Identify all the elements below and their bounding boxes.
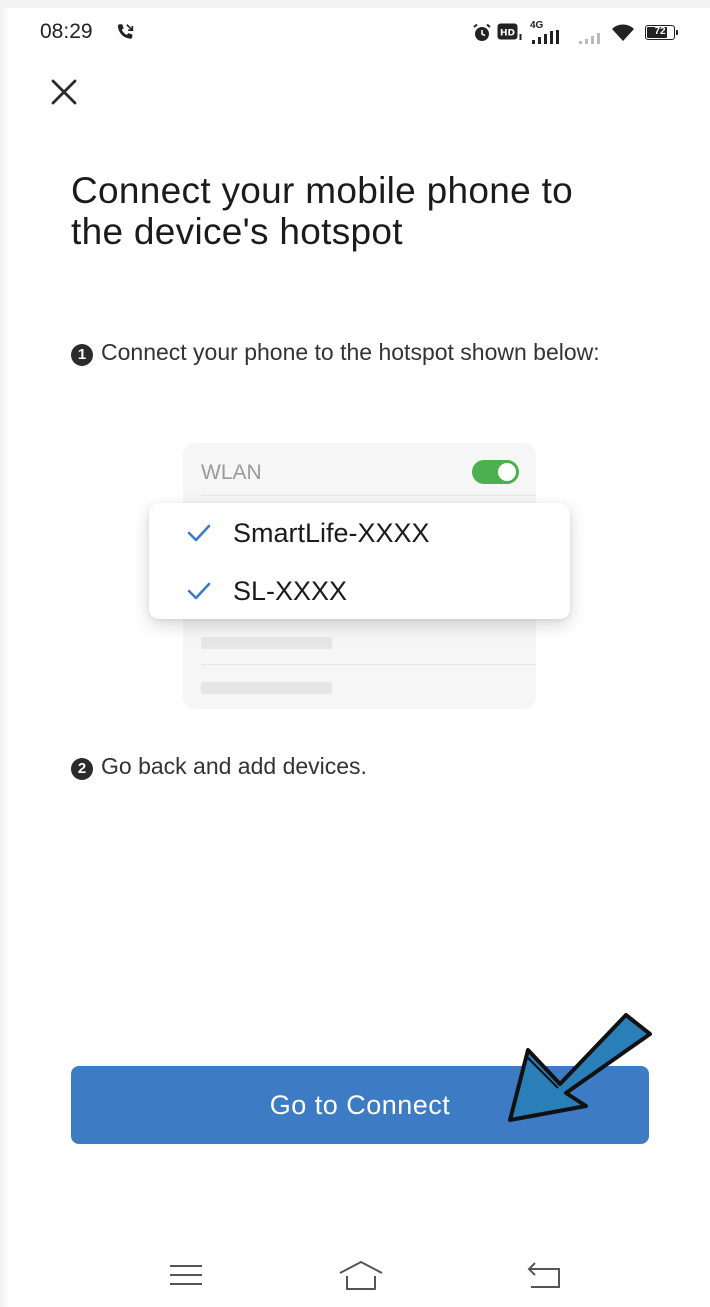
signal-icon (532, 30, 566, 49)
wifi-icon (611, 23, 635, 48)
hotspot-list-popup: SmartLife-XXXX SL-XXXX (149, 503, 570, 619)
step-1-number: 1 (71, 344, 93, 366)
toggle-knob (498, 463, 516, 481)
hotspot-connect-screen: 08:29 HD 4G 72 Connect your mobile phone… (0, 0, 710, 1307)
status-bar: 08:29 HD 4G 72 (0, 14, 710, 54)
wlan-label: WLAN (201, 461, 262, 484)
home-icon[interactable] (337, 1259, 385, 1298)
svg-text:HD: HD (500, 29, 515, 39)
divider (201, 664, 536, 665)
placeholder-row (201, 637, 332, 649)
navigation-bar (0, 1245, 710, 1307)
screen-edge-top (0, 0, 710, 8)
step-1-text: Connect your phone to the hotspot shown … (101, 339, 600, 365)
screen-edge (0, 0, 10, 1307)
step-1-instruction: 1 Connect your phone to the hotspot shown… (71, 339, 671, 366)
step-2-text: Go back and add devices. (101, 753, 367, 779)
call-icon (114, 21, 136, 48)
alarm-icon (472, 23, 492, 48)
step-2-number: 2 (71, 758, 93, 780)
placeholder-row (201, 682, 332, 694)
close-icon (51, 79, 77, 105)
signal-secondary-icon (579, 30, 605, 49)
step-2-instruction: 2 Go back and add devices. (71, 753, 671, 780)
status-time: 08:29 (40, 20, 93, 43)
battery-percent: 72 (654, 26, 666, 37)
hotspot-item: SmartLife-XXXX (187, 513, 430, 553)
check-icon (187, 523, 211, 543)
menu-icon[interactable] (168, 1263, 204, 1292)
hotspot-item: SL-XXXX (187, 571, 347, 611)
back-icon[interactable] (525, 1261, 565, 1296)
arrow-pointer-icon (508, 1013, 652, 1122)
divider (201, 495, 536, 496)
hotspot-name: SmartLife-XXXX (233, 517, 430, 548)
page-title: Connect your mobile phone to the device'… (71, 170, 574, 252)
battery-icon: 72 (645, 25, 678, 40)
hd-icon: HD (497, 23, 523, 46)
check-icon (187, 581, 211, 601)
hotspot-name: SL-XXXX (233, 575, 348, 606)
close-button[interactable] (44, 72, 84, 112)
wlan-toggle (472, 460, 519, 484)
